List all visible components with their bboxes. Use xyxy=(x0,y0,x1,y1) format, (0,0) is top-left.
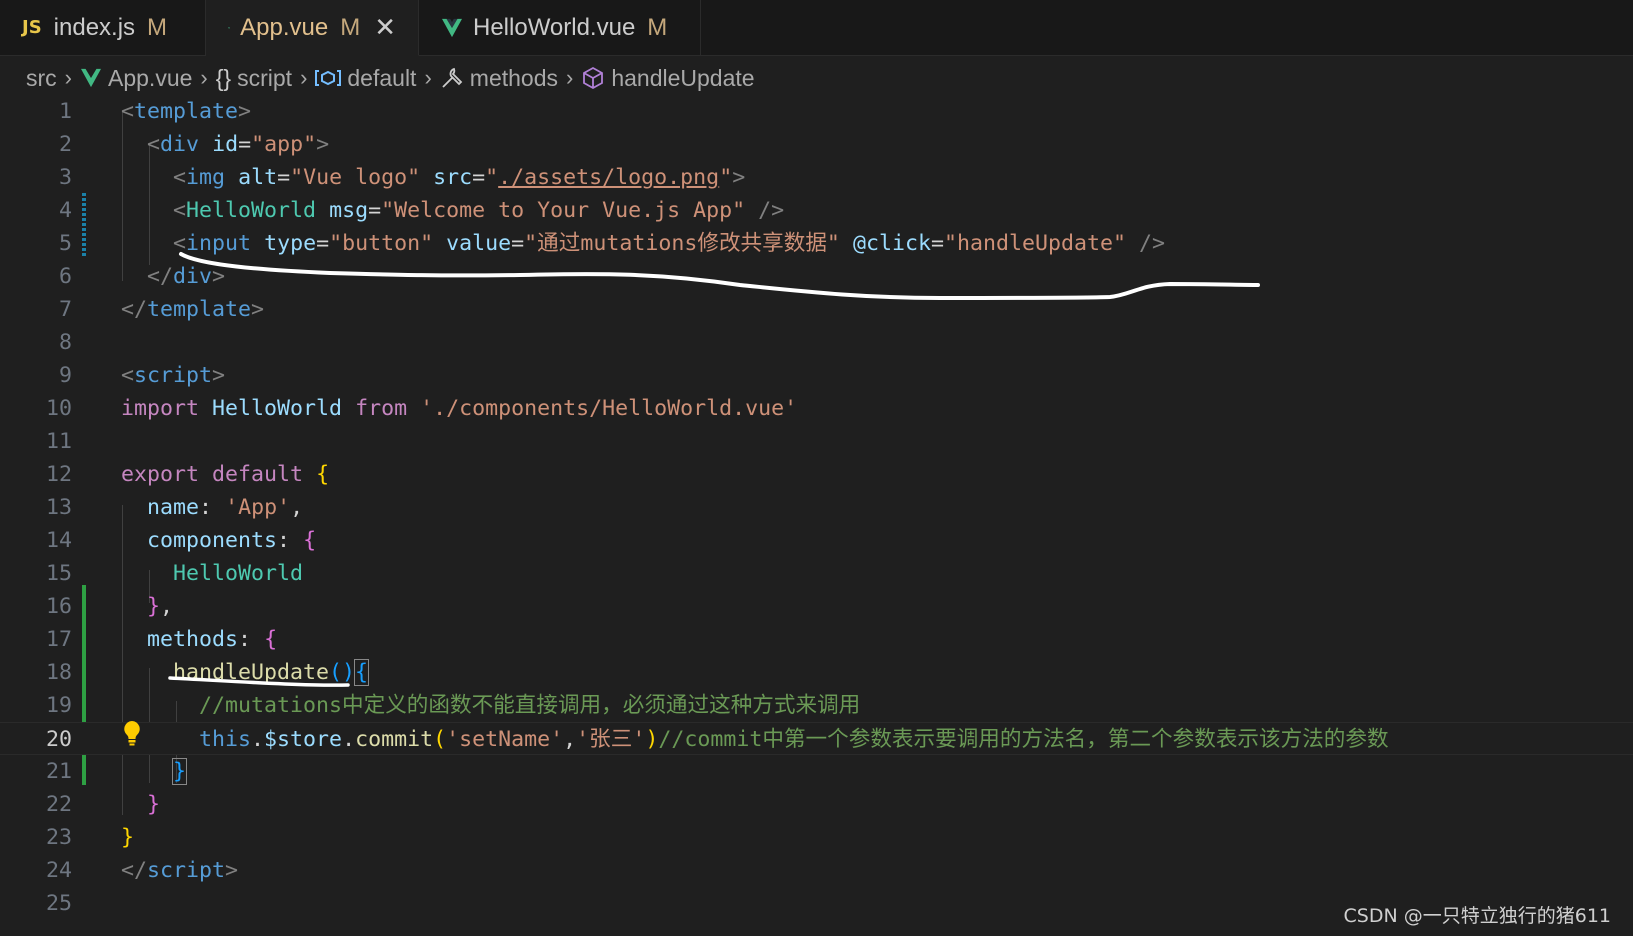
breadcrumb-item-methods[interactable]: methods xyxy=(440,65,558,92)
tab-index-js[interactable]: JS index.js M xyxy=(0,0,206,55)
modified-indicator: M xyxy=(647,13,668,41)
breadcrumb: src › App.vue › {} script › default › me… xyxy=(0,56,1633,100)
chevron-right-icon: › xyxy=(200,65,208,90)
chevron-right-icon: › xyxy=(64,65,72,90)
vue-icon xyxy=(442,18,462,37)
breadcrumb-item-src[interactable]: src xyxy=(26,65,57,92)
vue-icon xyxy=(228,26,231,29)
chevron-right-icon: › xyxy=(424,65,432,90)
chevron-right-icon: › xyxy=(300,65,308,90)
modified-indicator: M xyxy=(147,13,168,41)
js-icon: JS xyxy=(22,17,42,38)
breadcrumb-item-script[interactable]: {} script xyxy=(216,65,292,92)
code-editor[interactable]: 1 <template> 2 <div id="app"> 3 <img alt=… xyxy=(0,95,1633,936)
modified-indicator: M xyxy=(340,13,361,41)
annotation-underline-input xyxy=(179,252,1260,301)
breadcrumb-item-default[interactable]: default xyxy=(315,65,416,92)
tab-label: index.js xyxy=(53,13,136,41)
tab-helloworld-vue[interactable]: HelloWorld.vue M xyxy=(419,0,701,55)
annotation-underline-handleupdate xyxy=(168,676,350,687)
watermark: CSDN @一只特立独行的猪611 xyxy=(1343,905,1611,927)
module-icon xyxy=(315,70,342,86)
wrench-icon xyxy=(442,67,463,88)
breadcrumb-item-handleupdate[interactable]: handleUpdate xyxy=(581,65,755,92)
cube-icon xyxy=(583,66,604,90)
tab-label: HelloWorld.vue xyxy=(473,13,636,41)
tab-app-vue[interactable]: App.vue M ✕ xyxy=(206,0,419,56)
editor-tab-bar: JS index.js M App.vue M ✕ HelloWorld.vue… xyxy=(0,0,1633,56)
vue-icon xyxy=(81,68,101,88)
chevron-right-icon: › xyxy=(566,65,574,90)
tab-label: App.vue xyxy=(240,13,329,41)
annotation-overlay xyxy=(168,252,1260,687)
breadcrumb-item-app-vue[interactable]: App.vue xyxy=(80,65,192,92)
close-icon[interactable]: ✕ xyxy=(374,12,396,43)
braces-icon: {} xyxy=(215,64,232,91)
